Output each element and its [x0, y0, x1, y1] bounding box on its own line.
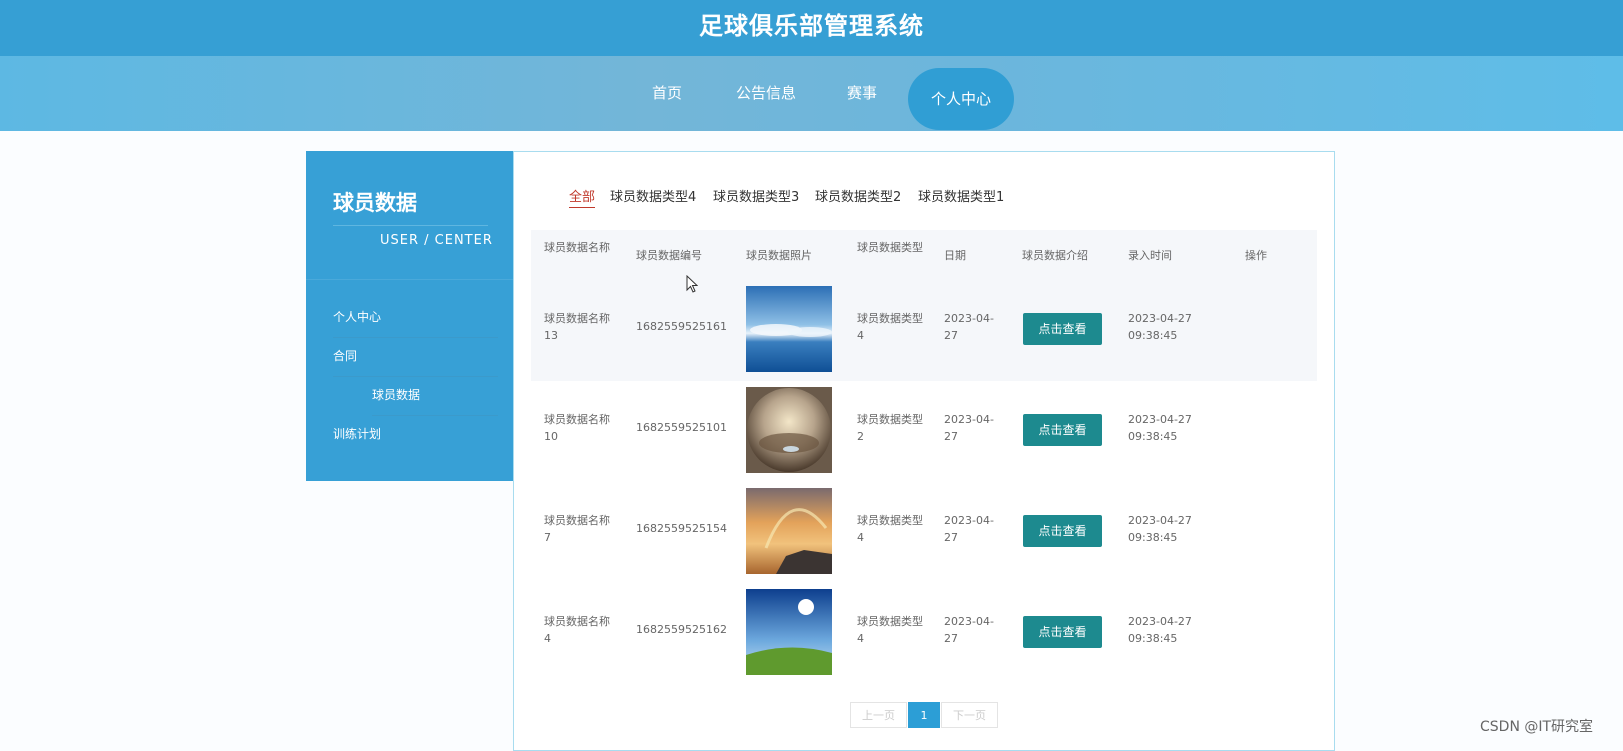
view-intro-button[interactable]: 点击查看	[1023, 616, 1102, 648]
cell-type: 球员数据类型2	[857, 413, 923, 443]
sky-ocean-photo	[746, 286, 832, 372]
sidebar-subtitle: USER / CENTER	[380, 233, 493, 248]
col-header-entry-time: 录入时间	[1128, 249, 1172, 262]
cell-type: 球员数据类型4	[857, 312, 923, 342]
nav-announcements[interactable]: 公告信息	[733, 56, 799, 131]
view-intro-button[interactable]: 点击查看	[1023, 313, 1102, 345]
sunset-sphere-photo	[746, 387, 832, 473]
sidebar-separator	[306, 279, 513, 280]
nav-user-center[interactable]: 个人中心	[908, 68, 1014, 130]
col-header-photo: 球员数据照片	[746, 249, 812, 262]
nav-matches[interactable]: 赛事	[843, 56, 881, 131]
cell-type: 球员数据类型4	[857, 514, 923, 544]
main-nav: 首页 公告信息 赛事 个人中心	[0, 56, 1623, 131]
cell-name: 球员数据名称10	[544, 413, 610, 443]
cell-date: 2023-04-27	[944, 413, 994, 443]
filter-tab-type3[interactable]: 球员数据类型3	[713, 186, 799, 205]
col-header-code: 球员数据编号	[636, 249, 702, 262]
cell-entry-time: 2023-04-27 09:38:45	[1128, 312, 1192, 342]
col-header-name: 球员数据名称	[544, 241, 610, 254]
grass-sky-photo	[746, 589, 832, 675]
cell-code: 1682559525101	[636, 421, 727, 434]
cell-date: 2023-04-27	[944, 615, 994, 645]
watermark: CSDN @IT研究室	[1480, 719, 1594, 735]
filter-tab-type4[interactable]: 球员数据类型4	[610, 186, 696, 205]
cell-type: 球员数据类型4	[857, 615, 923, 645]
filter-tab-type1[interactable]: 球员数据类型1	[918, 186, 1004, 205]
sidebar-item-player-data[interactable]: 球员数据	[372, 376, 498, 416]
cell-code: 1682559525162	[636, 623, 727, 636]
sidebar-item-contract[interactable]: 合同	[333, 337, 498, 377]
col-header-intro: 球员数据介绍	[1022, 249, 1088, 262]
page-1-button[interactable]: 1	[908, 702, 940, 728]
sidebar: 球员数据 USER / CENTER 个人中心 合同 球员数据 训练计划	[306, 151, 513, 481]
cell-date: 2023-04-27	[944, 514, 994, 544]
rainbow-coast-photo	[746, 488, 832, 574]
cell-code: 1682559525154	[636, 522, 727, 535]
filter-tab-type2[interactable]: 球员数据类型2	[815, 186, 901, 205]
cell-name: 球员数据名称13	[544, 312, 610, 342]
view-intro-button[interactable]: 点击查看	[1023, 414, 1102, 446]
sidebar-divider	[333, 225, 488, 226]
prev-page-button[interactable]: 上一页	[850, 702, 907, 728]
col-header-type: 球员数据类型	[857, 241, 923, 254]
col-header-date: 日期	[944, 249, 966, 262]
col-header-action: 操作	[1245, 249, 1267, 262]
top-header: 足球俱乐部管理系统	[0, 0, 1623, 56]
cell-entry-time: 2023-04-27 09:38:45	[1128, 514, 1192, 544]
next-page-button[interactable]: 下一页	[941, 702, 998, 728]
cell-name: 球员数据名称4	[544, 615, 610, 645]
cell-code: 1682559525161	[636, 320, 727, 333]
view-intro-button[interactable]: 点击查看	[1023, 515, 1102, 547]
sidebar-item-training-plan[interactable]: 训练计划	[333, 415, 498, 454]
cell-name: 球员数据名称7	[544, 514, 610, 544]
cell-date: 2023-04-27	[944, 312, 994, 342]
cell-entry-time: 2023-04-27 09:38:45	[1128, 615, 1192, 645]
mouse-cursor-icon	[686, 274, 699, 297]
filter-tab-all[interactable]: 全部	[569, 186, 596, 208]
site-title: 足球俱乐部管理系统	[699, 12, 924, 40]
nav-home[interactable]: 首页	[643, 56, 691, 131]
cell-entry-time: 2023-04-27 09:38:45	[1128, 413, 1192, 443]
sidebar-item-user-center[interactable]: 个人中心	[333, 298, 498, 338]
sidebar-title: 球员数据	[333, 191, 417, 215]
content-panel: 全部 球员数据类型4 球员数据类型3 球员数据类型2 球员数据类型1 球员数据名…	[513, 151, 1335, 751]
